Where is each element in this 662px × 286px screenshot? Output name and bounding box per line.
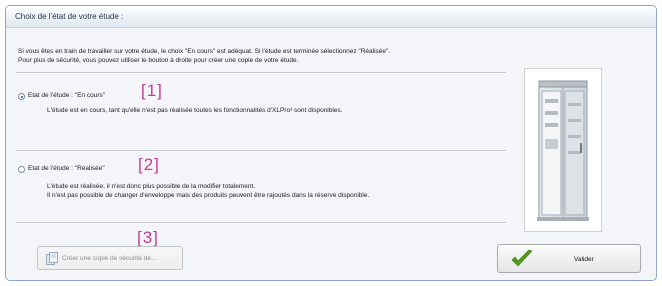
radio-realisee[interactable] (18, 166, 25, 173)
create-backup-button-label: Créer une copie de sécurité de... (62, 255, 157, 262)
backup-icon (46, 252, 58, 265)
intro-text: Si vous êtes en train de travailler sur … (18, 47, 390, 65)
validate-button[interactable]: Valider (497, 244, 641, 273)
annotation-marker-1: [1] (141, 81, 163, 100)
separator-middle (16, 150, 506, 152)
create-backup-button[interactable]: Créer une copie de sécurité de... (37, 246, 183, 270)
option-en-cours-description: L'étude est en cours, tant qu'elle n'est… (47, 106, 342, 115)
validate-button-label: Valider (574, 256, 594, 263)
option-realisee-desc-line-1: L'étude est réalisée, il n'est donc plus… (47, 183, 256, 190)
intro-line-2: Pour plus de sécurité, vous pouvez utili… (18, 57, 299, 64)
option-realisee-description: L'étude est réalisée, il n'est donc plus… (47, 182, 369, 200)
option-realisee-label[interactable]: Etat de l'étude : "Réalisée" (28, 165, 105, 172)
annotation-marker-2: [2] (138, 155, 160, 174)
electrical-cabinet-icon (537, 80, 589, 221)
option-realisee-desc-line-2: Il n'est pas possible de changer d'envel… (47, 192, 370, 199)
separator-bottom (16, 222, 506, 224)
dialog-title: Choix de l'état de votre étude : (15, 12, 124, 21)
option-en-cours-desc-line: L'étude est en cours, tant qu'elle n'est… (47, 107, 343, 114)
separator-top (16, 72, 506, 74)
checkmark-icon (511, 249, 533, 267)
intro-line-1: Si vous êtes en train de travailler sur … (18, 48, 391, 55)
annotation-marker-3: [3] (137, 228, 159, 247)
state-choice-dialog: Choix de l'état de votre étude : Si vous… (5, 5, 657, 281)
radio-en-cours[interactable] (18, 93, 25, 100)
option-en-cours-label[interactable]: Etat de l'étude : "En cours" (28, 92, 105, 99)
electrical-cabinet-image (524, 68, 602, 232)
